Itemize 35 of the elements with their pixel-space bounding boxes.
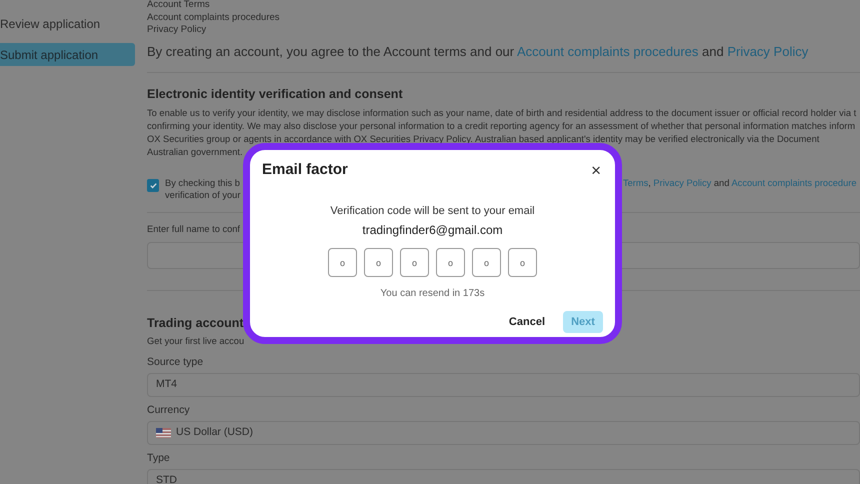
section-subtitle: Get your first live accou [147, 335, 244, 348]
section-heading: Electronic identity verification and consent [147, 86, 404, 103]
code-input[interactable]: o [400, 248, 429, 277]
document-link[interactable]: Account complaints procedures [147, 12, 860, 24]
currency-select[interactable]: US Dollar (USD) [147, 420, 860, 445]
field-label: Type [147, 450, 170, 466]
consent-paragraph: To enable us to verify your identity, we may disclose information such as your name, date of birth and residential address to the document issuer or official record holder via t confirming your identity. We may also disclose your personal information to a credit reporting agency for an assessment of whether that personal information matches inform OX Securities group or agents in accordance with OX Securities Privacy Policy. Australian based applicant's identity may be verified electronically via the Document Australian government. [147, 106, 858, 159]
verification-message: Verification code will be sent to your email [329, 204, 536, 218]
consent-text: Terms, Privacy Policy and Account complaints procedure [622, 176, 857, 189]
flag-icon [156, 428, 171, 438]
cancel-button[interactable]: Cancel [504, 310, 549, 334]
close-button[interactable]: × [591, 162, 601, 179]
select-field[interactable]: STD [147, 468, 860, 484]
code-input[interactable]: o [328, 248, 357, 277]
select-field[interactable]: MT4 [147, 373, 860, 398]
code-input[interactable]: o [472, 248, 501, 277]
code-input[interactable]: o [364, 248, 393, 277]
sidebar-item[interactable]: Submit application [0, 43, 135, 66]
agreement-text: By creating an account, you agree to the Account terms and our Account complaints procedures and Privacy Policy [147, 42, 810, 61]
field-label: Source type [147, 355, 204, 370]
section-heading: Trading account [147, 314, 244, 332]
consent-text: By checking this b [165, 176, 240, 189]
sidebar-item[interactable]: Review application [0, 12, 135, 35]
email-address: tradingfinder6@gmail.com [361, 222, 504, 239]
resend-timer: You can resend in 173s [379, 287, 486, 301]
field-label: Enter full name to conf [147, 222, 240, 236]
checkmark-icon [148, 180, 158, 190]
consent-text: verification of your [165, 188, 240, 201]
field-label: Currency [147, 403, 190, 418]
code-input[interactable]: o [436, 248, 465, 277]
dialog-title: Email factor [262, 160, 348, 180]
checkbox[interactable] [147, 178, 159, 192]
document-link[interactable]: Privacy Policy [147, 24, 860, 36]
document-link[interactable]: Account Terms [147, 0, 860, 12]
code-input[interactable]: o [508, 248, 537, 277]
